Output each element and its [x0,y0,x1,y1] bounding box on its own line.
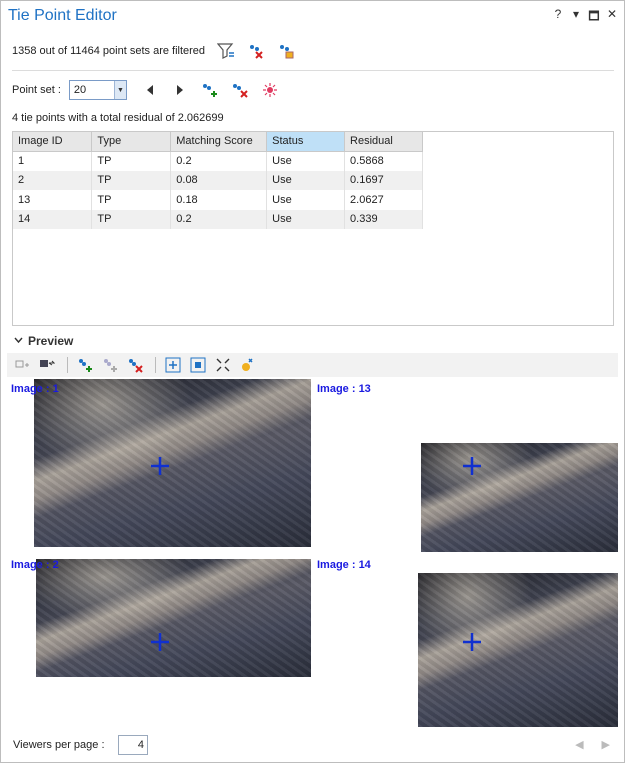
point-set-value: 20 [73,84,87,96]
column-header-type[interactable]: Type [91,132,172,152]
chevron-down-icon[interactable] [14,334,23,348]
link-viewers-icon[interactable] [11,355,33,375]
cell-image-id: 1 [13,151,93,171]
viewers-per-page-input[interactable]: 4 [118,735,148,755]
fit-all-icon[interactable] [212,355,234,375]
filter-settings-icon[interactable] [275,41,297,61]
image-thumbnail [34,379,311,547]
cell-residual: 0.1697 [344,170,423,190]
table-row[interactable]: 2 TP 0.08 Use 0.1697 [13,170,423,190]
add-tie-point-icon[interactable] [74,355,96,375]
dropdown-arrow-icon[interactable]: ▼ [113,81,126,99]
cell-status: Use [266,190,346,210]
cell-matching-score: 0.18 [170,190,268,210]
image-thumbnail [418,573,618,727]
preview-toolbar [7,353,618,377]
highlight-point-icon[interactable] [259,80,281,100]
viewer-label: Image : 2 [11,559,59,571]
clear-filter-icon[interactable] [245,41,267,61]
toolbar-separator [155,357,156,373]
column-header-image-id[interactable]: Image ID [13,132,93,152]
cell-image-id: 14 [13,209,93,229]
preview-viewers: Image : 1 Image : 13 Image : 2 Image : 1… [7,379,618,727]
crosshair-icon[interactable] [149,455,171,477]
cell-status: Use [266,209,346,229]
crosshair-icon[interactable] [461,631,483,653]
add-point-set-icon[interactable] [199,80,221,100]
cell-matching-score: 0.2 [170,151,268,171]
preview-section-header[interactable]: Preview [14,334,73,348]
filter-icon[interactable] [215,41,237,61]
image-thumbnail [36,559,311,677]
cell-image-id: 13 [13,190,93,210]
point-set-combobox[interactable]: 20 ▼ [68,80,127,100]
close-icon[interactable]: ✕ [606,7,618,28]
next-page-icon[interactable]: ▶ [602,738,610,751]
crosshair-icon[interactable] [461,455,483,477]
title-bar: Tie Point Editor ? ▾ 🗖 ✕ [1,1,624,31]
column-header-residual[interactable]: Residual [344,132,423,152]
table-header-row: Image ID Type Matching Score Status Resi… [13,132,423,152]
viewer-pager: ◀ ▶ [575,738,610,751]
viewers-per-page-label: Viewers per page : [13,739,105,751]
sync-viewers-icon[interactable] [36,355,58,375]
table-row[interactable]: 14 TP 0.2 Use 0.339 [13,209,423,229]
column-header-status[interactable]: Status [266,132,346,152]
options-menu-icon[interactable]: ▾ [570,7,582,28]
filter-row: 1358 out of 11464 point sets are filtere… [12,41,305,61]
cell-matching-score: 0.2 [170,209,268,229]
viewer-label: Image : 14 [317,559,371,571]
move-point-icon[interactable] [237,355,259,375]
cell-image-id: 2 [13,170,93,190]
next-point-set-icon[interactable] [169,80,191,100]
point-set-row: Point set : 20 ▼ [12,79,289,101]
point-set-label: Point set : [12,84,61,96]
tie-point-editor-window: Tie Point Editor ? ▾ 🗖 ✕ 1358 out of 114… [0,0,625,763]
add-tie-point-disabled-icon[interactable] [99,355,121,375]
zoom-to-point-icon[interactable] [162,355,184,375]
image-thumbnail [421,443,618,552]
window-title: Tie Point Editor [8,7,117,24]
preview-heading: Preview [28,334,74,348]
cell-status: Use [266,170,346,190]
crosshair-icon[interactable] [149,631,171,653]
cell-type: TP [91,209,172,229]
delete-tie-point-icon[interactable] [124,355,146,375]
maximize-icon[interactable]: 🗖 [588,7,600,28]
toolbar-separator [67,357,68,373]
zoom-to-extent-icon[interactable] [187,355,209,375]
cell-residual: 2.0627 [344,190,423,210]
tie-point-table: Image ID Type Matching Score Status Resi… [12,131,614,326]
previous-point-set-icon[interactable] [139,80,161,100]
previous-page-icon[interactable]: ◀ [575,738,583,751]
image-viewer-13[interactable]: Image : 13 [313,379,618,552]
cell-residual: 0.5868 [344,151,423,171]
cell-type: TP [91,151,172,171]
column-header-matching-score[interactable]: Matching Score [170,132,268,152]
tie-point-summary: 4 tie points with a total residual of 2.… [12,112,224,124]
table-row[interactable]: 13 TP 0.18 Use 2.0627 [13,190,423,210]
delete-point-set-icon[interactable] [229,80,251,100]
cell-matching-score: 0.08 [170,170,268,190]
filter-status-text: 1358 out of 11464 point sets are filtere… [12,45,206,57]
window-controls: ? ▾ 🗖 ✕ [552,7,618,28]
image-viewer-2[interactable]: Image : 2 [7,555,311,727]
viewer-label: Image : 13 [317,383,371,395]
cell-status: Use [266,151,346,171]
cell-type: TP [91,190,172,210]
image-viewer-1[interactable]: Image : 1 [7,379,311,552]
divider [12,70,614,71]
cell-type: TP [91,170,172,190]
table-row[interactable]: 1 TP 0.2 Use 0.5868 [13,151,423,171]
help-icon[interactable]: ? [552,7,564,28]
viewer-label: Image : 1 [11,383,59,395]
image-viewer-14[interactable]: Image : 14 [313,555,618,727]
cell-residual: 0.339 [344,209,423,229]
